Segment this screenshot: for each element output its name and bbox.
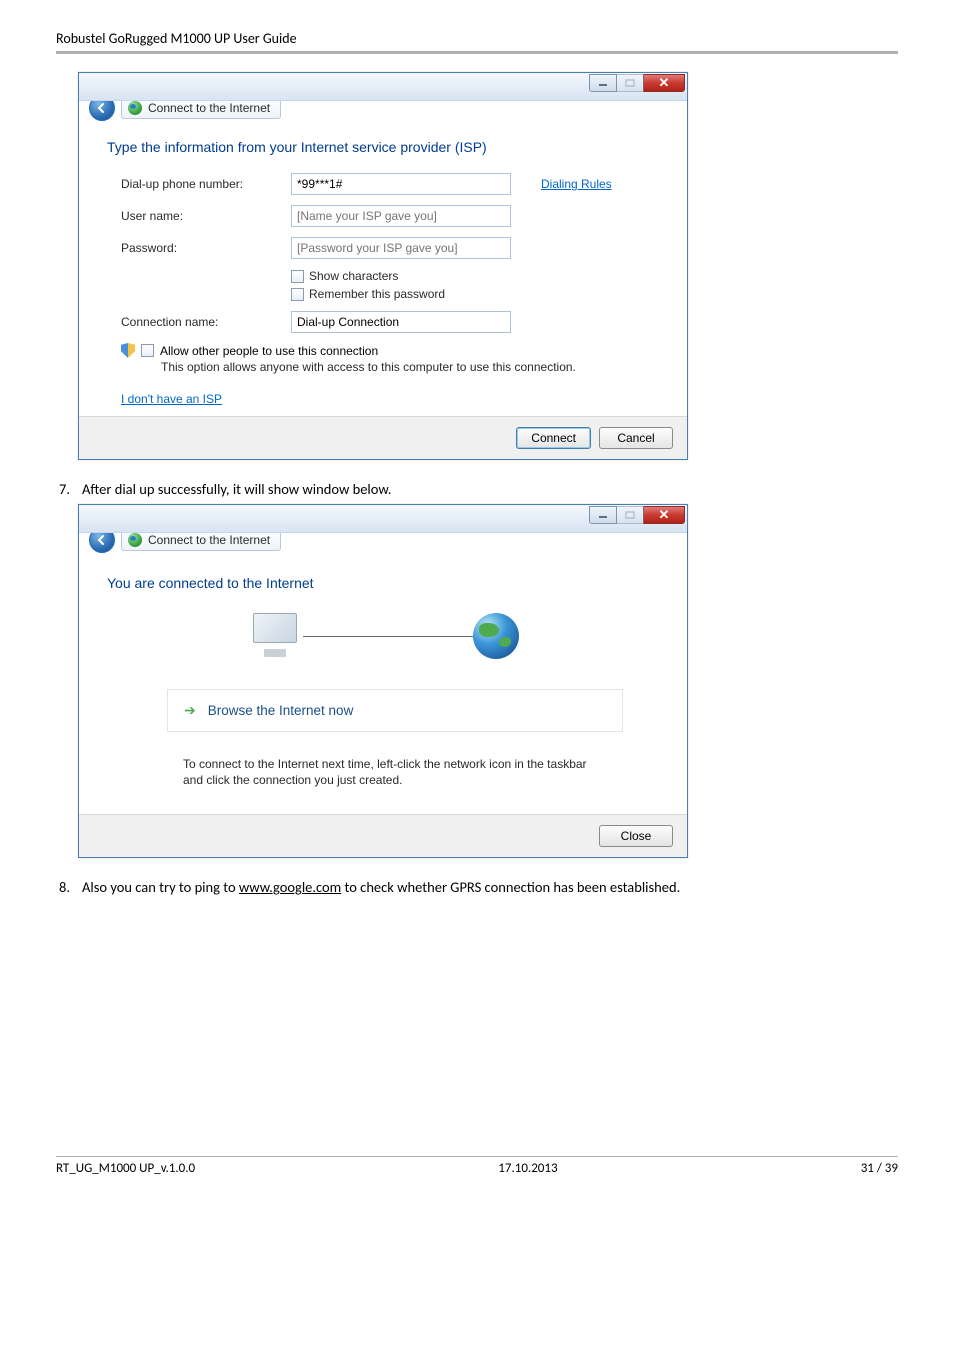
remember-password-label: Remember this password: [309, 287, 445, 301]
step-8-text: Also you can try to ping to www.google.c…: [82, 878, 680, 896]
allow-others-checkbox[interactable]: [141, 344, 154, 357]
globe-large-icon: [473, 613, 519, 659]
password-input[interactable]: [291, 237, 511, 259]
step-8-number: 8.: [56, 878, 70, 896]
button-bar: Connect Cancel: [79, 416, 687, 459]
breadcrumb-text-2: Connect to the Internet: [148, 533, 270, 547]
username-input[interactable]: [291, 205, 511, 227]
footer-left: RT_UG_M1000 UP_v.1.0.0: [56, 1161, 195, 1176]
step-8-pre: Also you can try to ping to: [82, 878, 239, 896]
maximize-button[interactable]: [616, 74, 644, 92]
password-label: Password:: [121, 241, 291, 255]
maximize-button-2[interactable]: [616, 506, 644, 524]
minimize-button-2[interactable]: [589, 506, 617, 524]
step-7-number: 7.: [56, 480, 70, 498]
step-7-text: After dial up successfully, it will show…: [82, 480, 391, 498]
connection-name-label: Connection name:: [121, 315, 291, 329]
footer-right: 31 / 39: [861, 1161, 898, 1176]
minimize-button[interactable]: [589, 74, 617, 92]
ping-link[interactable]: www.google.com: [239, 878, 341, 896]
browse-now-option[interactable]: ➔ Browse the Internet now: [167, 689, 623, 732]
remember-password-checkbox[interactable]: [291, 288, 304, 301]
step-8: 8. Also you can try to ping to www.googl…: [56, 878, 898, 896]
globe-icon-2: [128, 533, 142, 547]
step-7: 7. After dial up successfully, it will s…: [56, 480, 898, 498]
isp-dialog-window: ✕ Connect to the Internet Type the infor…: [78, 72, 688, 460]
username-label: User name:: [121, 209, 291, 223]
close-button[interactable]: ✕: [643, 74, 685, 92]
globe-icon: [128, 101, 142, 115]
allow-others-label: Allow other people to use this connectio…: [160, 344, 378, 358]
reconnect-hint: To connect to the Internet next time, le…: [107, 756, 659, 788]
step-8-post: to check whether GPRS connection has bee…: [341, 878, 680, 896]
close-dialog-button[interactable]: Close: [599, 825, 673, 847]
show-characters-label: Show characters: [309, 269, 398, 283]
cancel-button[interactable]: Cancel: [599, 427, 673, 449]
arrow-right-icon: ➔: [184, 702, 196, 719]
connection-visual: [107, 613, 659, 659]
dialog-heading: Type the information from your Internet …: [107, 139, 659, 155]
no-isp-link[interactable]: I don't have an ISP: [107, 392, 222, 406]
show-characters-checkbox[interactable]: [291, 270, 304, 283]
connected-dialog-window: ✕ Connect to the Internet You are connec…: [78, 504, 688, 858]
connected-heading: You are connected to the Internet: [107, 575, 659, 591]
doc-footer: RT_UG_M1000 UP_v.1.0.0 17.10.2013 31 / 3…: [56, 1156, 898, 1176]
titlebar: ✕: [79, 73, 687, 101]
doc-header: Robustel GoRugged M1000 UP User Guide: [56, 30, 898, 54]
connection-name-input[interactable]: [291, 311, 511, 333]
shield-icon: [121, 343, 135, 358]
phone-label: Dial-up phone number:: [121, 177, 291, 191]
footer-center: 17.10.2013: [498, 1161, 557, 1176]
dialing-rules-link[interactable]: Dialing Rules: [541, 177, 612, 191]
close-button-2[interactable]: ✕: [643, 506, 685, 524]
browse-now-label: Browse the Internet now: [208, 703, 354, 718]
breadcrumb-text: Connect to the Internet: [148, 101, 270, 115]
phone-input[interactable]: [291, 173, 511, 195]
connection-line-icon: [303, 636, 473, 637]
allow-others-description: This option allows anyone with access to…: [107, 360, 659, 374]
connect-button[interactable]: Connect: [516, 427, 591, 449]
titlebar-2: ✕: [79, 505, 687, 533]
button-bar-2: Close: [79, 814, 687, 857]
computer-icon: [247, 613, 303, 659]
